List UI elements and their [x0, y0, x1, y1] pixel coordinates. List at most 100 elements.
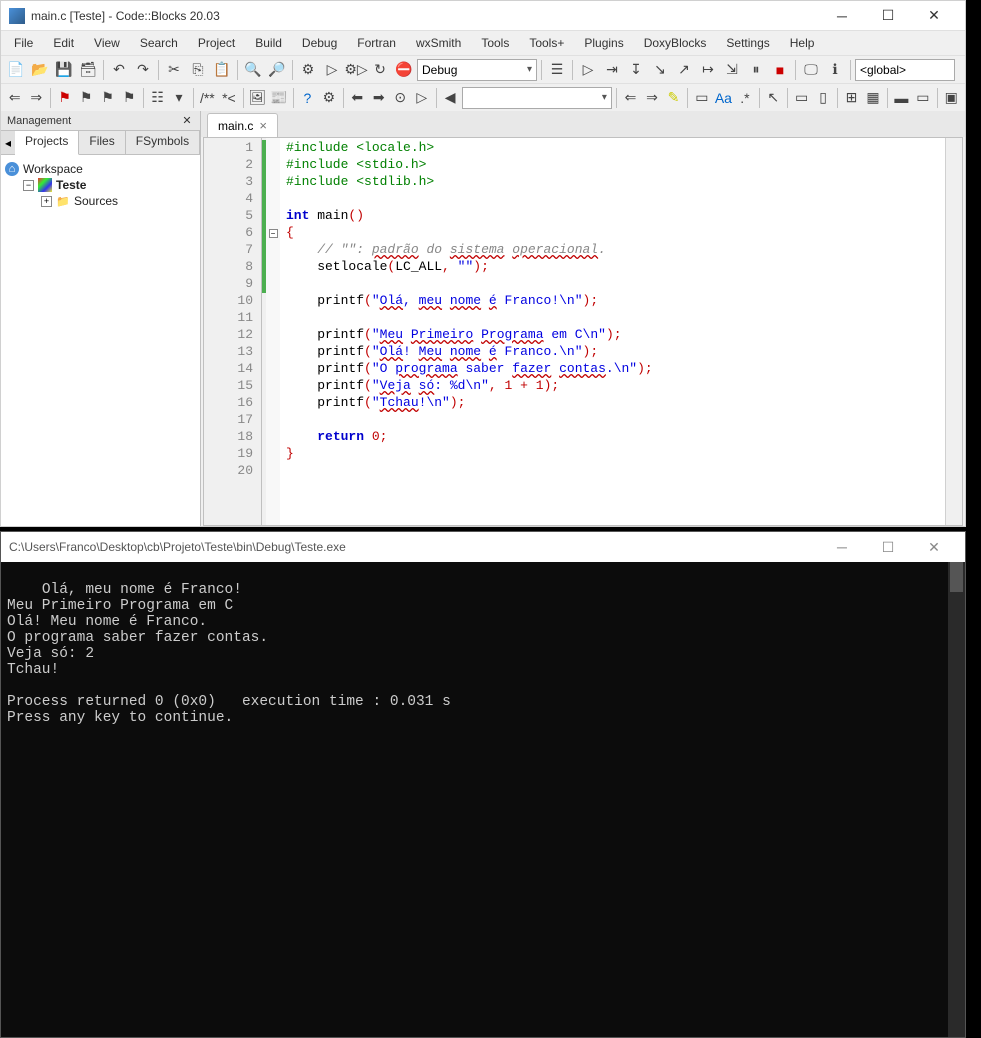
replace-icon[interactable]: 🔎 [266, 59, 288, 81]
inc-search-input[interactable]: ▾ [462, 87, 612, 109]
regex-icon[interactable]: .* [735, 87, 755, 109]
menu-project[interactable]: Project [189, 33, 244, 53]
console-maximize-button[interactable]: ☐ [865, 533, 911, 561]
maximize-button[interactable]: ☐ [865, 2, 911, 30]
highlight-icon[interactable]: ✎ [664, 87, 684, 109]
fold-toggle-icon[interactable]: − [269, 229, 278, 238]
console-minimize-button[interactable]: ─ [819, 533, 865, 561]
copy-icon[interactable]: ⎘ [187, 59, 209, 81]
tree-project[interactable]: − Teste [5, 177, 196, 193]
menu-debug[interactable]: Debug [293, 33, 346, 53]
abort-icon[interactable]: ⛔ [393, 59, 415, 81]
build-run-icon[interactable]: ⚙▷ [345, 59, 367, 81]
doxy-toggle-icon[interactable]: ☷ [148, 87, 168, 109]
jump-fwd-icon[interactable]: ➡ [369, 87, 389, 109]
jump-back-icon[interactable]: ⬅ [348, 87, 368, 109]
inc-search-prev-icon[interactable]: ◀ [440, 87, 460, 109]
line-gutter[interactable]: 1234567891011121314151617181920 [204, 138, 262, 525]
next-line-icon[interactable]: ↧ [625, 59, 647, 81]
bookmark-clear-icon[interactable]: ⚑ [119, 87, 139, 109]
save-icon[interactable]: 💾 [53, 59, 75, 81]
doxy-html-icon[interactable]: 📰 [269, 87, 289, 109]
layout1-icon[interactable]: ▭ [792, 87, 812, 109]
step-out-icon[interactable]: ↗ [673, 59, 695, 81]
rebuild-icon[interactable]: ↻ [369, 59, 391, 81]
hl-back-icon[interactable]: ⇐ [621, 87, 641, 109]
bookmark-toggle-icon[interactable]: ⚑ [55, 87, 75, 109]
redo-icon[interactable]: ↷ [132, 59, 154, 81]
menu-file[interactable]: File [5, 33, 42, 53]
new-file-icon[interactable]: 📄 [5, 59, 27, 81]
menu-tools+[interactable]: Tools+ [520, 33, 573, 53]
menu-help[interactable]: Help [781, 33, 824, 53]
run-to-cursor-icon[interactable]: ⇥ [601, 59, 623, 81]
console-titlebar[interactable]: C:\Users\Franco\Desktop\cb\Projeto\Teste… [1, 532, 965, 562]
last-jump-icon[interactable]: ⊙ [391, 87, 411, 109]
selection-icon[interactable]: ▭ [692, 87, 712, 109]
layout7-icon[interactable]: ▣ [942, 87, 962, 109]
build-target-dropdown[interactable]: Debug ▾ [417, 59, 537, 81]
console-close-button[interactable]: ✕ [911, 533, 957, 561]
menu-plugins[interactable]: Plugins [575, 33, 632, 53]
tab-files[interactable]: Files [79, 131, 125, 154]
tree-sources-folder[interactable]: + 📁 Sources [5, 193, 196, 209]
step-into-instr-icon[interactable]: ⇲ [721, 59, 743, 81]
next-instr-icon[interactable]: ↦ [697, 59, 719, 81]
menu-settings[interactable]: Settings [717, 33, 778, 53]
hl-fwd-icon[interactable]: ⇒ [642, 87, 662, 109]
layout4-icon[interactable]: ▦ [863, 87, 883, 109]
undo-icon[interactable]: ↶ [108, 59, 130, 81]
find-icon[interactable]: 🔍 [242, 59, 264, 81]
doxy-help-icon[interactable]: ? [298, 87, 318, 109]
tab-fsymbols[interactable]: FSymbols [126, 131, 200, 154]
tabs-scroll-left-icon[interactable]: ◂ [1, 131, 15, 154]
layout5-icon[interactable]: ▬ [892, 87, 912, 109]
show-select-target-icon[interactable]: ☰ [546, 59, 568, 81]
jump-frame-icon[interactable]: ▷ [412, 87, 432, 109]
doxy-line-icon[interactable]: *< [219, 87, 239, 109]
code-editor[interactable]: 1234567891011121314151617181920 − #inclu… [203, 137, 963, 526]
management-close-icon[interactable]: ✕ [180, 114, 194, 128]
collapse-icon[interactable]: − [23, 180, 34, 191]
cut-icon[interactable]: ✂ [163, 59, 185, 81]
code-content[interactable]: #include <locale.h>#include <stdio.h>#in… [280, 138, 945, 525]
bookmark-prev-icon[interactable]: ⚑ [76, 87, 96, 109]
run-icon[interactable]: ▷ [321, 59, 343, 81]
close-button[interactable]: ✕ [911, 2, 957, 30]
text-Aa-icon[interactable]: Aa [714, 87, 734, 109]
menu-doxyblocks[interactable]: DoxyBlocks [635, 33, 716, 53]
paste-icon[interactable]: 📋 [211, 59, 233, 81]
bookmark-next-icon[interactable]: ⚑ [98, 87, 118, 109]
menu-search[interactable]: Search [131, 33, 187, 53]
save-all-icon[interactable]: 🗃 [77, 59, 99, 81]
cursor-icon[interactable]: ↖ [764, 87, 784, 109]
console-scroll-thumb[interactable] [950, 562, 963, 592]
debug-run-icon[interactable]: ▷ [577, 59, 599, 81]
console-output[interactable]: Olá, meu nome é Franco! Meu Primeiro Pro… [1, 562, 965, 1037]
doxy-run-icon[interactable]: 🖼 [248, 87, 268, 109]
fold-bar[interactable]: − [266, 138, 280, 525]
editor-tab-close-icon[interactable]: × [259, 118, 267, 133]
tree-workspace[interactable]: ⌂ Workspace [5, 161, 196, 177]
menu-edit[interactable]: Edit [44, 33, 83, 53]
nav-back-icon[interactable]: ⇐ [5, 87, 25, 109]
info-icon[interactable]: ℹ [824, 59, 846, 81]
scope-dropdown[interactable]: <global> [855, 59, 955, 81]
console-scrollbar[interactable] [948, 562, 965, 1037]
layout2-icon[interactable]: ▯ [813, 87, 833, 109]
menu-fortran[interactable]: Fortran [348, 33, 405, 53]
menu-build[interactable]: Build [246, 33, 291, 53]
build-icon[interactable]: ⚙ [297, 59, 319, 81]
editor-scrollbar[interactable] [945, 138, 962, 525]
stop-icon[interactable]: ■ [769, 59, 791, 81]
doxy-config-icon[interactable]: ⚙ [319, 87, 339, 109]
doxy-block-icon[interactable]: /** [198, 87, 218, 109]
doxy-arrow-icon[interactable]: ▾ [169, 87, 189, 109]
layout6-icon[interactable]: ▭ [913, 87, 933, 109]
expand-icon[interactable]: + [41, 196, 52, 207]
break-icon[interactable]: ⏸ [745, 59, 767, 81]
menu-tools[interactable]: Tools [472, 33, 518, 53]
debug-windows-icon[interactable]: 🖵 [800, 59, 822, 81]
menu-wxsmith[interactable]: wxSmith [407, 33, 470, 53]
nav-fwd-icon[interactable]: ⇒ [27, 87, 47, 109]
